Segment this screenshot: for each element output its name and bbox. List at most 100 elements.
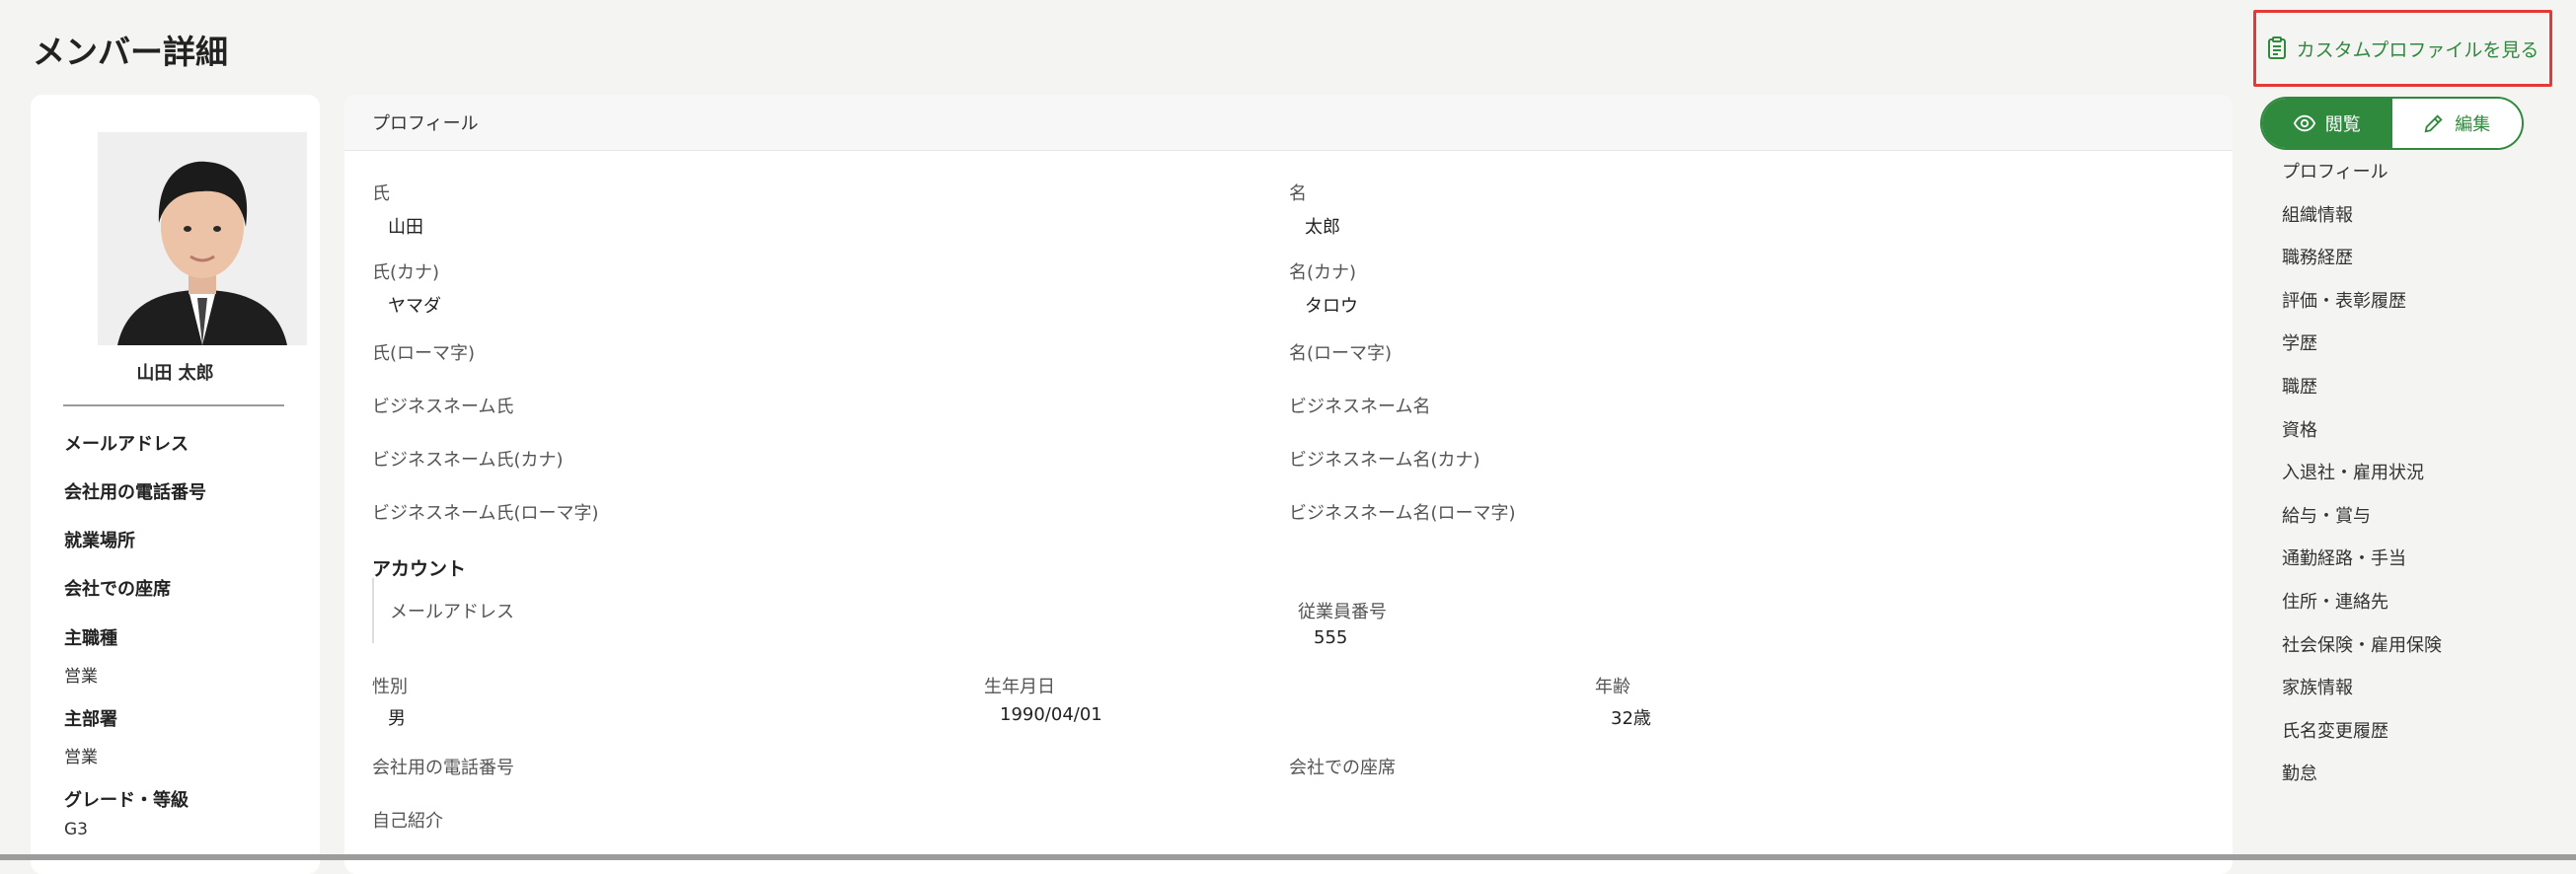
- field-label: ビジネスネーム氏(ローマ字): [372, 503, 599, 524]
- field-value: 営業: [64, 667, 98, 687]
- edit-button[interactable]: 編集: [2391, 99, 2522, 148]
- field-label: 会社用の電話番号: [372, 758, 514, 778]
- field-label: メールアドレス: [64, 434, 189, 455]
- field-value: 555: [1314, 627, 1348, 648]
- field-label: ビジネスネーム名(ローマ字): [1289, 503, 1516, 524]
- profile-panel: プロフィール 氏 山田 名 太郎 氏(カナ) ヤマダ 名(カナ) タロウ 氏(ロ…: [344, 95, 2233, 874]
- member-card: 山田 太郎 メールアドレス 会社用の電話番号 就業場所 会社での座席 主職種 営…: [31, 95, 320, 874]
- divider: [63, 404, 284, 406]
- employee-number-field: 従業員番号 555: [1298, 598, 1387, 648]
- field-label: ビジネスネーム名: [1289, 397, 1431, 417]
- field-value: 1990/04/01: [1000, 704, 1102, 725]
- view-edit-toggle: 閲覧 編集: [2260, 97, 2524, 150]
- birthdate-field: 生年月日 1990/04/01: [984, 673, 1102, 725]
- panel-header: プロフィール: [344, 95, 2233, 151]
- business-last-name-field: ビジネスネーム氏: [372, 393, 513, 418]
- nav-item-evaluations[interactable]: 評価・表彰履歴: [2282, 287, 2442, 330]
- page-title: メンバー詳細: [33, 33, 228, 71]
- field-value: 営業: [64, 748, 98, 767]
- company-seat-field: 会社での座席: [1289, 754, 1396, 779]
- member-email-field: メールアドレス: [64, 430, 189, 456]
- company-phone-field: 会社用の電話番号: [372, 754, 514, 779]
- field-label: ビジネスネーム氏: [372, 397, 514, 417]
- business-last-name-roman-field: ビジネスネーム氏(ローマ字): [372, 499, 599, 525]
- field-label: 会社での座席: [1289, 758, 1396, 778]
- self-intro-field: 自己紹介: [372, 807, 443, 833]
- field-label: ビジネスネーム名(カナ): [1289, 450, 1480, 471]
- field-label: メールアドレス: [390, 602, 514, 622]
- business-last-name-kana-field: ビジネスネーム氏(カナ): [372, 446, 564, 472]
- nav-item-employment-status[interactable]: 入退社・雇用状況: [2282, 459, 2442, 502]
- field-value: 太郎: [1305, 217, 1340, 238]
- nav-item-name-change[interactable]: 氏名変更履歴: [2282, 717, 2442, 761]
- member-phone-field: 会社用の電話番号: [64, 478, 206, 504]
- view-label: 閲覧: [2324, 114, 2361, 135]
- field-label: 性別: [372, 677, 408, 697]
- member-workplace-field: 就業場所: [64, 527, 135, 552]
- field-label: 氏(ローマ字): [372, 343, 476, 364]
- first-name-kana-field: 名(カナ) タロウ: [1289, 258, 1358, 318]
- nav-item-qualifications[interactable]: 資格: [2282, 416, 2442, 460]
- field-label: 氏: [372, 183, 390, 204]
- age-field: 年齢 32歳: [1595, 673, 1651, 730]
- field-label: 従業員番号: [1298, 602, 1387, 622]
- custom-profile-button[interactable]: カスタムプロファイルを見る: [2253, 10, 2552, 87]
- nav-item-address[interactable]: 住所・連絡先: [2282, 588, 2442, 631]
- last-name-kana-field: 氏(カナ) ヤマダ: [372, 258, 441, 318]
- member-name: 山田 太郎: [136, 363, 214, 384]
- account-section-title: アカウント: [372, 558, 467, 580]
- field-value: 32歳: [1611, 708, 1651, 729]
- nav-item-family[interactable]: 家族情報: [2282, 674, 2442, 717]
- field-label: 自己紹介: [372, 811, 443, 832]
- nav-item-education[interactable]: 学歴: [2282, 329, 2442, 373]
- nav-item-salary[interactable]: 給与・賞与: [2282, 502, 2442, 546]
- field-label: 主部署: [64, 709, 117, 730]
- clipboard-icon: [2267, 36, 2286, 59]
- member-seat-field: 会社での座席: [64, 575, 171, 601]
- last-name-roman-field: 氏(ローマ字): [372, 339, 475, 365]
- account-divider: [372, 578, 374, 643]
- edit-label: 編集: [2455, 114, 2491, 135]
- field-label: 会社用の電話番号: [64, 482, 206, 503]
- field-value: 山田: [388, 217, 423, 238]
- nav-item-commute[interactable]: 通勤経路・手当: [2282, 545, 2442, 588]
- nav-item-organization[interactable]: 組織情報: [2282, 201, 2442, 245]
- view-button[interactable]: 閲覧: [2262, 99, 2392, 148]
- eye-icon: [2293, 114, 2315, 132]
- avatar: [98, 132, 307, 345]
- field-value: ヤマダ: [388, 296, 441, 317]
- account-email-field: メールアドレス: [390, 598, 514, 623]
- nav-item-work-history[interactable]: 職歴: [2282, 373, 2442, 416]
- first-name-field: 名 太郎: [1289, 180, 1340, 239]
- last-name-field: 氏 山田: [372, 180, 423, 239]
- field-label: ビジネスネーム氏(カナ): [372, 450, 564, 471]
- field-label: 名: [1289, 183, 1307, 204]
- nav-item-job-history[interactable]: 職務経歴: [2282, 244, 2442, 287]
- business-first-name-kana-field: ビジネスネーム名(カナ): [1289, 446, 1480, 472]
- field-label: 主職種: [64, 628, 117, 649]
- field-label: 名(ローマ字): [1289, 343, 1393, 364]
- member-job-field: 主職種 営業: [64, 624, 117, 687]
- nav-item-profile[interactable]: プロフィール: [2282, 158, 2442, 201]
- field-label: 年齢: [1595, 677, 1630, 697]
- member-grade-field: グレード・等級 G3: [64, 786, 189, 839]
- custom-profile-label: カスタムプロファイルを見る: [2296, 38, 2539, 61]
- section-nav: プロフィール 組織情報 職務経歴 評価・表彰履歴 学歴 職歴 資格 入退社・雇用…: [2282, 158, 2442, 803]
- member-department-field: 主部署 営業: [64, 705, 117, 767]
- first-name-roman-field: 名(ローマ字): [1289, 339, 1392, 365]
- business-first-name-roman-field: ビジネスネーム名(ローマ字): [1289, 499, 1516, 525]
- field-label: 名(カナ): [1289, 262, 1357, 283]
- pencil-icon: [2424, 114, 2443, 133]
- field-label: 生年月日: [984, 677, 1055, 697]
- field-value: G3: [64, 820, 88, 839]
- field-label: 会社での座席: [64, 579, 171, 600]
- bottom-edge: [0, 854, 2576, 860]
- nav-item-attendance[interactable]: 勤怠: [2282, 760, 2442, 803]
- business-first-name-field: ビジネスネーム名: [1289, 393, 1430, 418]
- nav-item-insurance[interactable]: 社会保険・雇用保険: [2282, 631, 2442, 675]
- field-value: タロウ: [1305, 296, 1358, 317]
- field-label: グレード・等級: [64, 790, 189, 811]
- gender-field: 性別 男: [372, 673, 408, 730]
- field-label: 就業場所: [64, 531, 135, 551]
- field-label: 氏(カナ): [372, 262, 440, 283]
